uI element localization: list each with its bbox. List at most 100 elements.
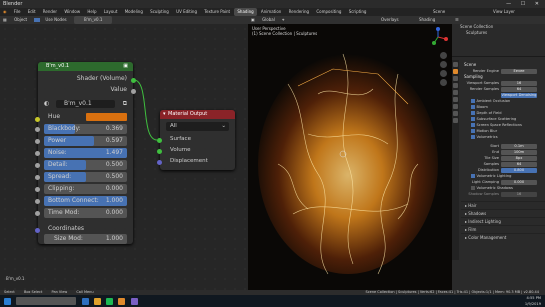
slider-bottomconnect[interactable]: Bottom Connect: 1.000 — [44, 196, 127, 206]
effect-checkbox[interactable]: Volumetrics — [461, 134, 545, 140]
search-box[interactable] — [16, 297, 77, 305]
outliner-icon[interactable]: ☰ — [455, 17, 459, 22]
menu-help[interactable]: Help — [84, 8, 99, 16]
spotify-icon[interactable] — [106, 297, 114, 305]
slider-noise[interactable]: Noise: 1.497 — [44, 148, 127, 158]
tab-animation[interactable]: Animation — [258, 8, 284, 16]
node-group-datablock[interactable]: ◐ B'm_v0.1 ⧉ — [44, 99, 127, 109]
render-samples-field[interactable]: 64 — [501, 86, 537, 92]
menu-render[interactable]: Render — [40, 8, 60, 16]
camera-icon[interactable] — [440, 70, 447, 77]
folder-icon[interactable] — [93, 297, 101, 305]
input-socket-coordinates[interactable] — [35, 228, 40, 233]
slider-detail[interactable]: Detail: 0.500 — [44, 160, 127, 170]
collapsed-section[interactable]: ▸ Color Management — [461, 233, 545, 241]
collapsed-section[interactable]: ▸ Indirect Lighting — [461, 217, 545, 225]
output-tab-icon[interactable] — [453, 76, 458, 81]
ortho-toggle-icon[interactable] — [440, 79, 447, 86]
slider-timemod[interactable]: Time Mod: 0.000 — [44, 208, 127, 218]
tab-compositing[interactable]: Compositing — [313, 8, 344, 16]
window-controls[interactable]: — ☐ ✕ — [506, 0, 543, 8]
outliner-item[interactable]: Sculptures — [452, 30, 545, 36]
blender-logo-icon[interactable]: ◉ — [0, 8, 10, 16]
input-socket[interactable] — [35, 139, 40, 144]
material-tab-icon[interactable] — [453, 118, 458, 123]
volumetric-field[interactable]: 100m — [501, 149, 537, 155]
input-socket-surface[interactable] — [157, 138, 162, 143]
output-socket-shader[interactable] — [131, 78, 136, 83]
input-socket[interactable] — [35, 151, 40, 156]
tab-sculpting[interactable]: Sculpting — [147, 8, 172, 16]
render-tab-icon[interactable] — [453, 69, 458, 74]
transform-orientation-dropdown[interactable]: Global — [259, 16, 278, 24]
use-nodes-checkbox[interactable]: Use Nodes — [31, 16, 72, 24]
material-output-node[interactable]: ▾ Material Output All ⌄ Surface Volume D… — [157, 110, 235, 170]
menu-edit[interactable]: Edit — [25, 8, 39, 16]
zoom-icon[interactable] — [440, 52, 447, 59]
collapsed-section[interactable]: ▸ Film — [461, 225, 545, 233]
tab-modeling[interactable]: Modeling — [122, 8, 146, 16]
input-socket-volume[interactable] — [157, 149, 162, 154]
view-layer-tab-icon[interactable] — [453, 83, 458, 88]
overlays-dropdown[interactable]: Overlays — [378, 16, 402, 24]
material-output-header[interactable]: ▾ Material Output — [160, 110, 235, 119]
world-tab-icon[interactable] — [453, 97, 458, 102]
group-node[interactable]: B'm_v0.1 ▣ Shader (Volume) Value ◐ B'm_v… — [35, 62, 136, 244]
target-dropdown[interactable]: All ⌄ — [166, 122, 229, 131]
input-socket[interactable] — [35, 199, 40, 204]
modifier-tab-icon[interactable] — [453, 111, 458, 116]
slider-spread[interactable]: Spread: 0.500 — [44, 172, 127, 182]
slider-power[interactable]: Power 0.597 — [44, 136, 127, 146]
node-group-icon[interactable]: ▣ — [123, 62, 128, 71]
render-engine-dropdown[interactable]: Eevee — [501, 68, 537, 74]
navigation-gizmo[interactable] — [428, 27, 448, 47]
light-clamping-field[interactable]: 0.000 — [501, 179, 537, 185]
blender-taskbar-icon[interactable] — [118, 297, 126, 305]
menu-file[interactable]: File — [11, 8, 24, 16]
menu-window[interactable]: Window — [61, 8, 83, 16]
start-icon[interactable] — [4, 297, 11, 305]
input-socket[interactable] — [35, 187, 40, 192]
tab-uv-editing[interactable]: UV Editing — [173, 8, 200, 16]
input-socket[interactable] — [35, 175, 40, 180]
volumetric-field[interactable]: 8px — [501, 155, 537, 161]
fake-user-icon[interactable]: ⧉ — [123, 99, 127, 109]
slider-clipping[interactable]: Clipping: 0.000 — [44, 184, 127, 194]
slider-blackbody[interactable]: Blackbody: 0.369 — [44, 124, 127, 134]
edge-icon[interactable] — [81, 297, 89, 305]
input-socket[interactable] — [35, 211, 40, 216]
scene-selector[interactable]: Scene — [430, 8, 448, 16]
input-socket[interactable] — [35, 127, 40, 132]
shadow-samples-field[interactable]: 16 — [501, 191, 537, 197]
tab-texture-paint[interactable]: Texture Paint — [201, 8, 233, 16]
app-icon[interactable] — [130, 297, 138, 305]
snap-icon[interactable]: ⌖ — [279, 16, 287, 24]
material-selector[interactable]: B'm_v0.1 — [73, 16, 113, 24]
group-node-header[interactable]: B'm_v0.1 ▣ — [38, 62, 133, 71]
viewport-denoising-row[interactable]: Viewport Denoising — [461, 92, 545, 98]
size-mod-slider[interactable]: Size Mod: 1.000 — [44, 234, 127, 244]
volumetric-field[interactable]: 64 — [501, 161, 537, 167]
viewport-type-icon[interactable]: ▣ — [248, 16, 258, 24]
tab-shading[interactable]: Shading — [234, 8, 257, 16]
viewport-samples-field[interactable]: 16 — [501, 80, 537, 86]
object-tab-icon[interactable] — [453, 104, 458, 109]
viewport-denoising-toggle[interactable]: Viewport Denoising — [501, 92, 537, 98]
volumetric-field[interactable]: 0.1m — [501, 143, 537, 149]
clock[interactable]: 4:55 PM 1/9/2019 — [525, 295, 541, 307]
node-editor-canvas[interactable]: B'm_v0.1 ▣ Shader (Volume) Value ◐ B'm_v… — [0, 24, 248, 290]
hue-color-swatch[interactable] — [86, 113, 127, 121]
pan-icon[interactable] — [440, 61, 447, 68]
scene-tab-icon[interactable] — [453, 90, 458, 95]
shading-dropdown[interactable]: Shading — [416, 16, 438, 24]
collapsed-section[interactable]: ▸ Shadows — [461, 209, 545, 217]
input-socket[interactable] — [35, 163, 40, 168]
collapse-arrow-icon[interactable]: ▾ — [163, 110, 166, 119]
3d-viewport[interactable]: User Perspective (1) Scene Collection | … — [248, 24, 452, 290]
input-socket-displacement[interactable] — [157, 160, 162, 165]
output-socket-value[interactable] — [131, 89, 136, 94]
view-layer-selector[interactable]: View Layer — [490, 8, 518, 16]
collapsed-section[interactable]: ▸ Hair — [461, 201, 545, 209]
editor-type-icon[interactable]: ▦ — [0, 16, 10, 24]
tab-rendering[interactable]: Rendering — [286, 8, 312, 16]
